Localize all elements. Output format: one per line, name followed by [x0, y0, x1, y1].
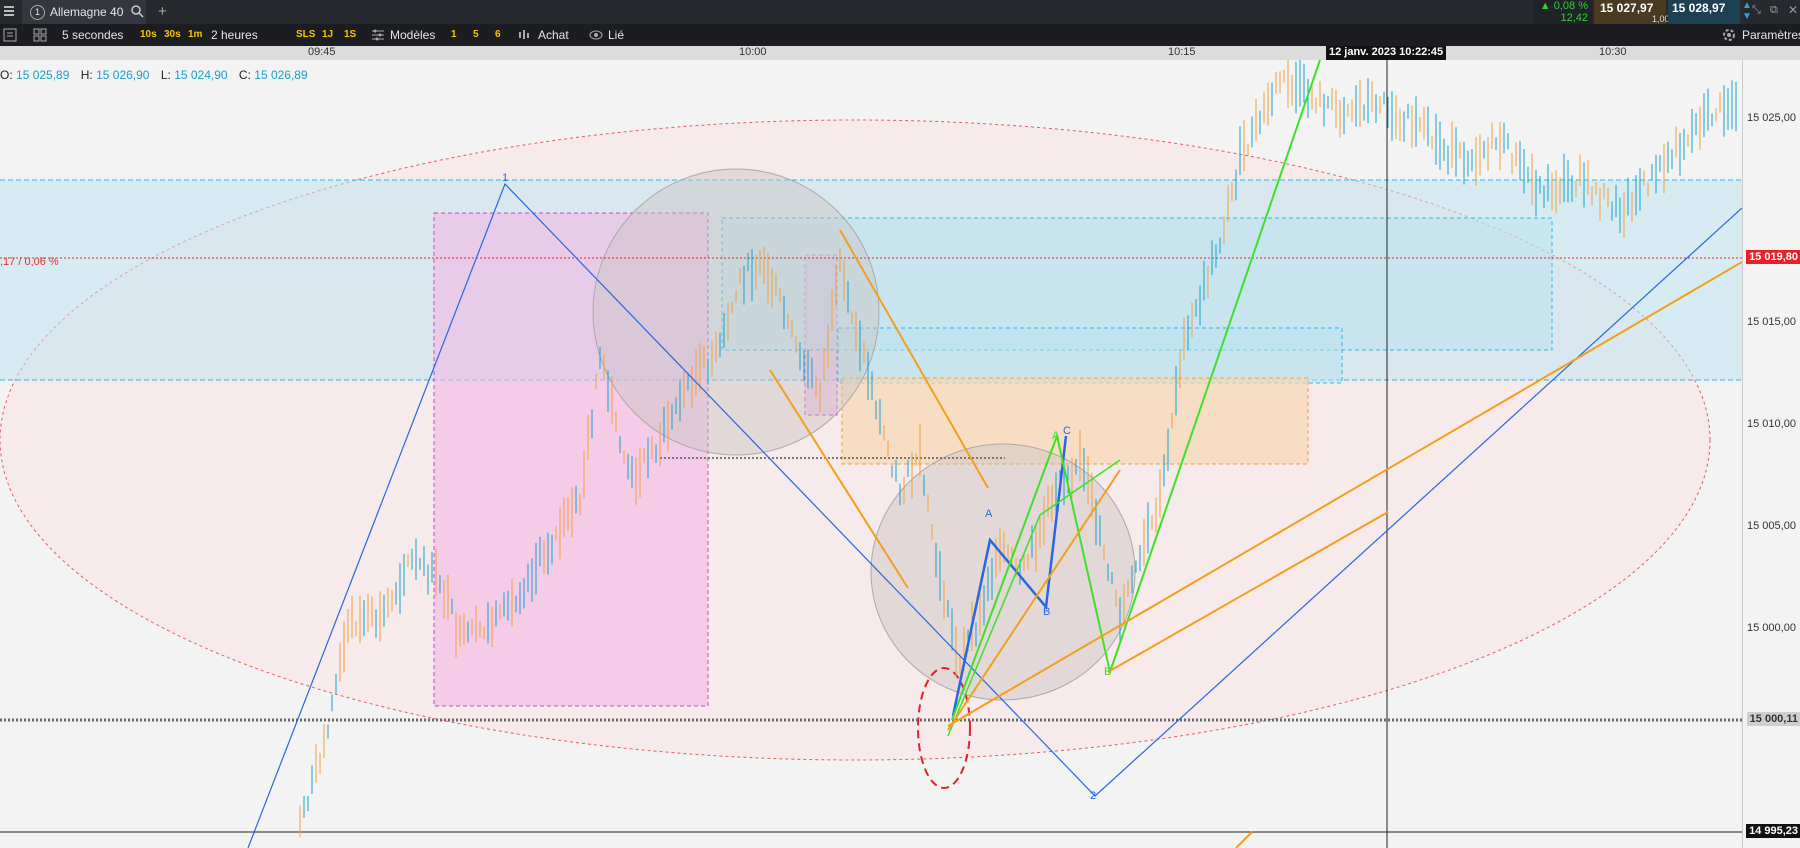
popout-icon[interactable]: ⧉ — [1770, 4, 1778, 17]
wave-label-c: C — [1063, 425, 1071, 437]
model-1[interactable]: 1 — [451, 29, 457, 40]
buy-button[interactable]: Achat — [538, 28, 569, 42]
current-price-tag: 15 019,80 — [1746, 250, 1800, 264]
price-tick: 15 005,00 — [1747, 520, 1796, 532]
interval-10s[interactable]: 10s — [140, 29, 157, 40]
ohlc-open-label: O: — [0, 68, 13, 82]
eye-icon[interactable] — [588, 28, 604, 45]
settings-icon[interactable] — [1722, 28, 1736, 45]
interval-1m[interactable]: 1m — [188, 29, 202, 40]
ohlc-close: 15 026,89 — [254, 68, 308, 82]
settings-button[interactable]: Paramètres — [1742, 28, 1800, 42]
shrink-icon[interactable]: ⤡ — [1752, 4, 1761, 17]
chart-canvas[interactable] — [0, 60, 1742, 848]
close-icon[interactable]: ✕ — [1788, 3, 1798, 17]
wave-label-b: B — [1043, 606, 1051, 618]
period-1j[interactable]: 1J — [322, 29, 333, 40]
model-5[interactable]: 5 — [473, 29, 479, 40]
linked-button[interactable]: Lié — [608, 28, 624, 42]
add-tab-button[interactable]: + — [158, 3, 167, 20]
wave-label-a-green: A — [1052, 430, 1060, 442]
time-label: 10:30 — [1599, 46, 1627, 58]
period-sls[interactable]: SLS — [296, 29, 315, 40]
tab-title: Allemagne 40 — [50, 5, 124, 19]
price-tick: 15 000,00 — [1747, 622, 1796, 634]
search-icon[interactable] — [130, 4, 144, 21]
spread-value: 1,00 — [1652, 14, 1670, 24]
wave-label-a: A — [985, 508, 993, 520]
arrow-up-icon: ▲ — [1742, 0, 1752, 11]
time-label: 10:00 — [739, 46, 767, 58]
cursor-price-tag: 14 995,23 — [1746, 824, 1800, 838]
price-chart[interactable]: O: 15 025,89 H: 15 026,90 L: 15 024,90 C… — [0, 60, 1742, 848]
cursor-time-label: 12 janv. 2023 10:22:45 — [1326, 46, 1447, 60]
buy-price-button[interactable]: 15 028,97 — [1668, 0, 1740, 24]
ohlc-high-label: H: — [80, 68, 93, 82]
ask-price: 15 028,97 — [1672, 1, 1726, 15]
ohlc-open: 15 025,89 — [16, 68, 70, 82]
circle-zone-gray — [592, 168, 880, 456]
arrow-down-icon: ▼ — [1742, 11, 1752, 22]
bid-price: 15 027,97 — [1600, 1, 1654, 15]
change-box: ▲ 0,08 % 12,42 — [1534, 0, 1592, 24]
layout-grid-icon[interactable] — [33, 28, 47, 45]
rectangle-zone-cyan-small — [837, 327, 1343, 384]
tab-instrument[interactable]: 1 Allemagne 40 — [22, 0, 146, 24]
wave-label-b-green: B — [1104, 666, 1112, 678]
interval-30s[interactable]: 30s — [164, 29, 181, 40]
period-1s[interactable]: 1S — [344, 29, 356, 40]
trend-line-orange — [1235, 831, 1253, 848]
menu-icon[interactable] — [4, 4, 16, 18]
price-tick: 15 025,00 — [1747, 112, 1796, 124]
ohlc-high: 15 026,90 — [96, 68, 150, 82]
sidebar-toggle-icon[interactable] — [3, 28, 17, 45]
ohlc-readout: O: 15 025,89 H: 15 026,90 L: 15 024,90 C… — [0, 68, 316, 82]
time-axis: 09:45 10:00 10:15 10:30 12 janv. 2023 10… — [0, 46, 1800, 60]
price-tick: 15 010,00 — [1747, 418, 1796, 430]
tab-bar: 1 Allemagne 40 + ▲ 0,08 % 12,42 15 027,9… — [0, 0, 1800, 24]
ohlc-close-label: C: — [238, 68, 251, 82]
models-button[interactable]: Modèles — [390, 28, 435, 42]
chart-toolbar: 5 secondes 10s 30s 1m 2 heures SLS 1J 1S… — [0, 24, 1800, 46]
period-select[interactable]: 2 heures — [211, 28, 258, 42]
indicators-icon[interactable] — [371, 28, 385, 45]
time-label: 10:15 — [1168, 46, 1196, 58]
rectangle-zone-orange — [841, 377, 1309, 465]
wave-label-1: 1 — [502, 172, 509, 184]
ohlc-low: 15 024,90 — [174, 68, 228, 82]
variation-label: ,17 / 0,06 % — [0, 256, 59, 268]
change-percent: ▲ 0,08 % — [1539, 0, 1588, 12]
time-label: 09:45 — [308, 46, 336, 58]
price-tick: 15 015,00 — [1747, 316, 1796, 328]
level-price-tag: 15 000,11 — [1746, 712, 1800, 726]
circle-zone-gray-2 — [870, 443, 1136, 701]
price-axis[interactable]: 15 025,00 15 015,00 15 010,00 15 005,00 … — [1742, 60, 1800, 848]
model-6[interactable]: 6 — [495, 29, 501, 40]
ohlc-low-label: L: — [160, 68, 171, 82]
change-points: 12,42 — [1560, 12, 1588, 24]
interval-select[interactable]: 5 secondes — [62, 28, 123, 42]
buy-chart-icon[interactable] — [517, 28, 533, 45]
tab-number-badge: 1 — [30, 5, 45, 20]
wave-label-2: 2 — [1090, 790, 1097, 802]
